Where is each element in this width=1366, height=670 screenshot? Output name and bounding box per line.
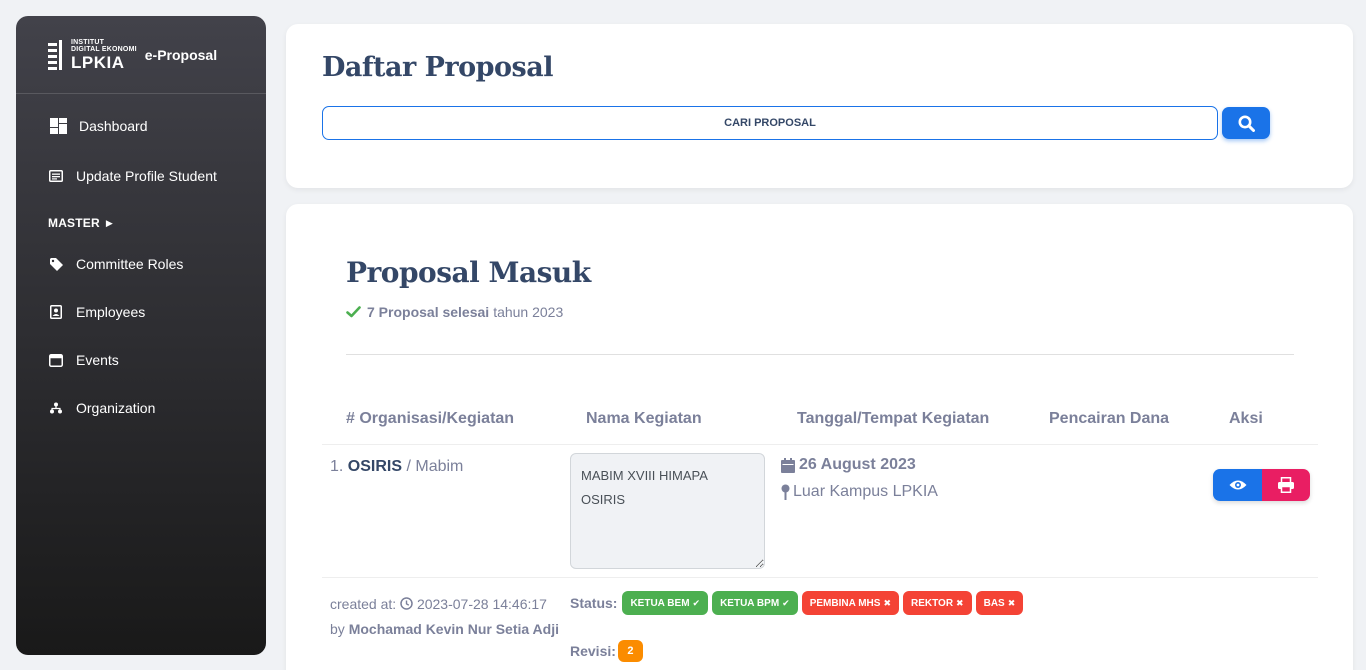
logo-line-3: LPKIA [71, 52, 125, 72]
badge-icon [48, 304, 64, 320]
created-by: Mochamad Kevin Nur Setia Adji [348, 621, 559, 637]
column-header-aksi: Aksi [1229, 410, 1263, 427]
search-button[interactable] [1222, 107, 1270, 139]
status-badge-label: PEMBINA MHS [809, 597, 881, 609]
table-cell-organisasi: 1. OSIRIS / Mabim [330, 458, 463, 476]
search-icon [1238, 115, 1255, 132]
column-header-pencairan: Pencairan Dana [1049, 410, 1170, 427]
event-date: 26 August 2023 [781, 456, 916, 474]
by-label: by [330, 621, 345, 637]
section-title: Proposal Masuk [346, 256, 591, 289]
status-badge: BAS ✖ [975, 591, 1024, 615]
x-icon: ✖ [956, 597, 964, 608]
check-icon: ✔ [692, 597, 701, 608]
caret-right-icon: ▶ [105, 217, 113, 228]
revisi-row: Revisi: 2 [570, 640, 643, 662]
event-place: Luar Kampus LPKIA [781, 483, 938, 501]
divider [346, 354, 1294, 355]
profile-card-icon [48, 168, 64, 184]
sidebar-item-label: Events [76, 352, 119, 368]
revisi-count-badge: 2 [617, 640, 643, 662]
status-badges: KETUA BEM ✔ KETUA BPM ✔ PEMBINA MHS ✖ REKTOR ✖ B… [618, 591, 1024, 615]
search-card: Daftar Proposal [286, 24, 1353, 188]
status-badge: REKTOR ✖ [903, 591, 972, 615]
column-header-tanggal: Tanggal/Tempat Kegiatan [797, 410, 990, 427]
sidebar-item-label: Employees [76, 304, 146, 320]
organization-name: OSIRIS [347, 458, 403, 475]
check-icon: ✔ [782, 597, 790, 608]
sidebar-item-update-profile[interactable]: Update Profile Student [16, 152, 266, 200]
sidebar-item-label: Update Profile Student [76, 168, 217, 184]
calendar-icon [781, 457, 795, 473]
status-row: Status: KETUA BEM ✔ KETUA BPM ✔ PEMBINA MHS ✖… [570, 591, 1024, 615]
sidebar-item-dashboard[interactable]: Dashboard [16, 102, 266, 150]
kegiatan-name: Mabim [415, 458, 464, 475]
action-button-group [1213, 469, 1310, 501]
view-button[interactable] [1213, 469, 1262, 501]
sidebar-item-organization[interactable]: Organization [16, 384, 266, 432]
sidebar-item-label: Dashboard [79, 118, 148, 134]
row-border [322, 577, 1318, 578]
check-icon [346, 306, 361, 318]
nama-kegiatan-textarea[interactable]: MABIM XVIII HIMAPA OSIRIS [570, 453, 765, 569]
map-pin-icon [781, 484, 790, 500]
printer-icon [1278, 477, 1294, 493]
section-label: MASTER [48, 216, 100, 230]
status-badge-label: KETUA BPM [720, 597, 780, 609]
event-date-text: 26 August 2023 [799, 456, 916, 473]
organization-icon [48, 400, 64, 416]
status-badge-label: KETUA BEM [630, 597, 690, 609]
sidebar-item-label: Committee Roles [76, 256, 184, 272]
app-name: e-Proposal [144, 46, 218, 63]
status-badge-label: REKTOR [911, 597, 954, 609]
sidebar-item-events[interactable]: Events [16, 336, 266, 384]
summary-year: tahun 2023 [493, 304, 564, 320]
tag-icon [48, 256, 64, 272]
clock-icon [400, 597, 413, 610]
status-label: Status: [570, 595, 618, 611]
lpkia-logo-mark-icon [48, 39, 68, 70]
created-info: created at: 2023-07-28 14:46:17 by Mocha… [330, 592, 559, 642]
lpkia-logo: INSTITUT DIGITAL EKONOMI LPKIA [48, 39, 137, 71]
column-header-nama-kegiatan: Nama Kegiatan [586, 410, 702, 427]
column-header-organisasi: # Organisasi/Kegiatan [346, 410, 515, 427]
status-badge: KETUA BPM ✔ [712, 591, 798, 615]
proposal-summary: 7 Proposal selesai tahun 2023 [346, 304, 563, 320]
dashboard-icon [49, 117, 67, 135]
created-at: 2023-07-28 14:46:17 [416, 596, 547, 612]
logo-line-2: DIGITAL EKONOMI [71, 45, 137, 53]
status-badge: PEMBINA MHS ✖ [801, 591, 899, 615]
print-button[interactable] [1262, 469, 1310, 501]
status-badge: KETUA BEM ✔ [622, 591, 709, 615]
revisi-label: Revisi: [570, 643, 616, 659]
sidebar-nav: Dashboard Update Profile Student MASTER … [16, 94, 266, 432]
summary-count: 7 Proposal selesai [367, 304, 490, 320]
row-number: 1. [330, 458, 344, 475]
sidebar-item-label: Organization [76, 400, 156, 416]
search-input[interactable] [322, 106, 1218, 140]
event-place-text: Luar Kampus LPKIA [793, 483, 938, 500]
sidebar-section-master[interactable]: MASTER ▶ [16, 206, 266, 240]
created-label: created at: [330, 596, 397, 612]
status-badge-label: BAS [983, 597, 1005, 609]
x-icon: ✖ [1007, 597, 1016, 608]
table-header-border [322, 444, 1318, 445]
org-separator: / [402, 458, 416, 475]
sidebar-item-committee-roles[interactable]: Committee Roles [16, 240, 266, 288]
eye-icon [1229, 479, 1247, 491]
x-icon: ✖ [883, 597, 891, 608]
proposal-card: Proposal Masuk 7 Proposal selesai tahun … [286, 204, 1353, 670]
sidebar: INSTITUT DIGITAL EKONOMI LPKIA e-Proposa… [16, 16, 266, 655]
calendar-icon [48, 352, 64, 368]
logo-line-1: INSTITUT [71, 38, 105, 46]
sidebar-item-employees[interactable]: Employees [16, 288, 266, 336]
page-title: Daftar Proposal [322, 52, 554, 83]
sidebar-brand[interactable]: INSTITUT DIGITAL EKONOMI LPKIA e-Proposa… [16, 16, 266, 94]
